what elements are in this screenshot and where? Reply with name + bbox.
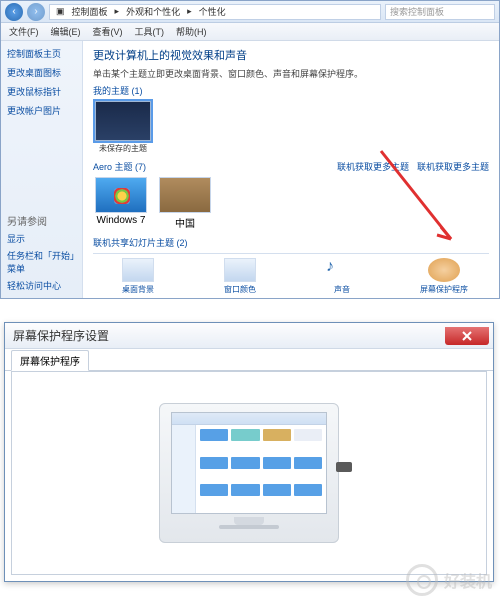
- close-button[interactable]: [445, 327, 489, 345]
- bottom-screensaver[interactable]: 屏幕保护程序 无: [409, 258, 479, 298]
- menu-tools[interactable]: 工具(T): [135, 25, 165, 38]
- forward-button[interactable]: ›: [27, 3, 45, 21]
- preview-screen: [171, 412, 327, 514]
- titlebar: ‹ › ▣ 控制面板▸ 外观和个性化▸ 个性化 搜索控制面板: [1, 1, 499, 23]
- see-also-label: 另请参阅: [7, 213, 76, 228]
- main-pane: 更改计算机上的视觉效果和声音 单击某个主题立即更改桌面背景、窗口颜色、声音和屏幕…: [83, 41, 499, 298]
- control-panel-window: ‹ › ▣ 控制面板▸ 外观和个性化▸ 个性化 搜索控制面板 文件(F) 编辑(…: [0, 0, 500, 299]
- menu-edit[interactable]: 编辑(E): [51, 25, 81, 38]
- screensaver-dialog: 屏幕保护程序设置 屏幕保护程序: [4, 322, 494, 582]
- bottom-name: 屏幕保护程序: [420, 284, 468, 295]
- back-button[interactable]: ‹: [5, 3, 23, 21]
- theme-unsaved[interactable]: 未保存的主题: [93, 101, 153, 154]
- tab-screensaver[interactable]: 屏幕保护程序: [11, 350, 89, 371]
- bottom-value: 无: [440, 297, 448, 298]
- link-more-themes-2[interactable]: 联机获取更多主题: [417, 160, 489, 173]
- window-color-icon: [224, 258, 256, 282]
- theme-thumbnail: [95, 101, 151, 141]
- aero-themes-label[interactable]: Aero 主题 (7): [93, 160, 327, 173]
- sidebar-see-also: 另请参阅 显示 任务栏和「开始」菜单 轻松访问中心: [7, 213, 76, 292]
- screensaver-icon: [428, 258, 460, 282]
- preview-monitor: [159, 403, 339, 543]
- bottom-value: 天空: [232, 297, 248, 298]
- sidebar: 控制面板主页 更改桌面图标 更改鼠标指针 更改帐户图片 另请参阅 显示 任务栏和…: [1, 41, 83, 298]
- bottom-value: Windows 默认: [317, 297, 368, 298]
- sidebar-ease-access[interactable]: 轻松访问中心: [7, 279, 76, 292]
- theme-thumbnail: [159, 177, 211, 213]
- sidebar-item-mouse-pointer[interactable]: 更改鼠标指针: [7, 85, 76, 98]
- theme-label: 中国: [175, 215, 195, 230]
- dialog-titlebar: 屏幕保护程序设置: [5, 323, 493, 349]
- bottom-name: 声音: [334, 284, 350, 295]
- brand-logo-icon: [406, 564, 438, 596]
- theme-thumbnail: [95, 177, 147, 213]
- desktop-bg-icon: [122, 258, 154, 282]
- webcam-icon: [336, 462, 352, 472]
- theme-windows7[interactable]: Windows 7: [93, 177, 149, 230]
- crumb-item[interactable]: 控制面板: [70, 5, 110, 18]
- body: 控制面板主页 更改桌面图标 更改鼠标指针 更改帐户图片 另请参阅 显示 任务栏和…: [1, 41, 499, 298]
- sidebar-display[interactable]: 显示: [7, 232, 76, 245]
- menu-bar: 文件(F) 编辑(E) 查看(V) 工具(T) 帮助(H): [1, 23, 499, 41]
- menu-help[interactable]: 帮助(H): [176, 25, 207, 38]
- theme-label: 未保存的主题: [99, 143, 147, 154]
- sidebar-taskbar[interactable]: 任务栏和「开始」菜单: [7, 249, 76, 275]
- page-title: 更改计算机上的视觉效果和声音: [93, 47, 489, 63]
- sidebar-item-desktop-icons[interactable]: 更改桌面图标: [7, 66, 76, 79]
- bottom-window-color[interactable]: 窗口颜色 天空: [205, 258, 275, 298]
- bottom-name: 桌面背景: [122, 284, 154, 295]
- brand-text: 好装机: [444, 568, 492, 592]
- crumb-item[interactable]: 外观和个性化: [124, 5, 182, 18]
- bottom-name: 窗口颜色: [224, 284, 256, 295]
- aero-themes: Windows 7 中国: [93, 177, 489, 230]
- menu-file[interactable]: 文件(F): [9, 25, 39, 38]
- bottom-strip: 桌面背景 Img 13 窗口颜色 天空 声音 Windows 默认 屏幕保护程序…: [93, 253, 489, 298]
- theme-label: Windows 7: [97, 215, 146, 226]
- sidebar-item-home[interactable]: 控制面板主页: [7, 47, 76, 60]
- theme-china[interactable]: 中国: [157, 177, 213, 230]
- crumb-icon: ▣: [54, 6, 67, 17]
- my-themes-label[interactable]: 我的主题 (1): [93, 84, 489, 97]
- right-links: 联机获取更多主题 联机获取更多主题: [337, 160, 489, 173]
- tab-strip: 屏幕保护程序: [5, 349, 493, 371]
- bottom-sound[interactable]: 声音 Windows 默认: [307, 258, 377, 298]
- bottom-value: Img 13: [126, 297, 150, 298]
- crumb-item[interactable]: 个性化: [197, 5, 228, 18]
- bottom-desktop-background[interactable]: 桌面背景 Img 13: [103, 258, 173, 298]
- tab-pane: [11, 371, 487, 575]
- my-themes: 未保存的主题: [93, 101, 489, 154]
- dialog-title: 屏幕保护程序设置: [13, 327, 109, 344]
- page-subtitle: 单击某个主题立即更改桌面背景、窗口颜色、声音和屏幕保护程序。: [93, 67, 489, 80]
- search-input[interactable]: 搜索控制面板: [385, 4, 495, 20]
- menu-view[interactable]: 查看(V): [93, 25, 123, 38]
- link-more-themes[interactable]: 联机获取更多主题: [337, 160, 409, 173]
- breadcrumb[interactable]: ▣ 控制面板▸ 外观和个性化▸ 个性化: [49, 4, 381, 20]
- watermark-brand: 好装机: [406, 564, 492, 596]
- sound-icon: [326, 258, 358, 282]
- sidebar-item-account-picture[interactable]: 更改帐户图片: [7, 104, 76, 117]
- close-icon: [462, 331, 472, 341]
- online-slideshow-link[interactable]: 联机共享幻灯片主题 (2): [93, 236, 489, 249]
